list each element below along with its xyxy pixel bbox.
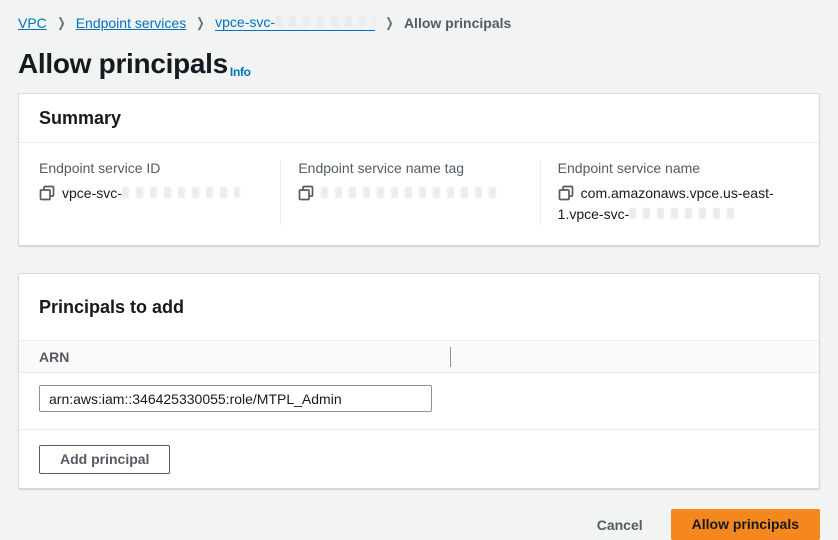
allow-principals-button[interactable]: Allow principals [671,509,820,540]
page-title: Allow principalsInfo [18,48,820,80]
field-label: Endpoint service name tag [298,160,523,176]
value-text: vpce-svc- [62,185,122,201]
copy-icon[interactable] [298,185,314,201]
breadcrumb-link-service-id[interactable]: vpce-svc- [215,14,375,31]
allow-principals-page: VPC ❯ Endpoint services ❯ vpce-svc- ❯ Al… [0,0,838,540]
principals-card-actions: Add principal [19,430,819,488]
breadcrumb-link-vpc[interactable]: VPC [18,15,47,31]
field-label: Endpoint service ID [39,160,264,176]
summary-card-title: Summary [19,94,819,143]
principals-card-title: Principals to add [19,274,819,341]
cancel-button[interactable]: Cancel [595,513,645,537]
field-value: com.amazonaws.vpce.us-east-1.vpce-svc- [558,183,783,225]
service-id-prefix: vpce-svc- [215,14,275,30]
chevron-right-icon: ❯ [197,15,205,31]
chevron-right-icon: ❯ [57,15,65,31]
field-label: Endpoint service name [558,160,783,176]
arn-input[interactable] [39,385,432,412]
field-value: vpce-svc- [39,183,264,204]
breadcrumb-current: Allow principals [404,15,511,31]
chevron-right-icon: ❯ [385,15,393,31]
copy-icon[interactable] [558,185,574,201]
redacted-text [321,187,499,198]
breadcrumb-link-endpoint-services[interactable]: Endpoint services [76,15,187,31]
field-value [298,183,523,204]
summary-card: Summary Endpoint service ID vpce-svc- En… [18,93,820,246]
arn-column-header: ARN [39,349,69,365]
column-resize-handle[interactable] [450,347,451,367]
field-endpoint-service-id: Endpoint service ID vpce-svc- [39,160,280,225]
summary-fields: Endpoint service ID vpce-svc- Endpoint s… [19,143,819,245]
field-endpoint-service-name-tag: Endpoint service name tag [280,160,539,225]
info-link[interactable]: Info [230,65,251,79]
breadcrumb: VPC ❯ Endpoint services ❯ vpce-svc- ❯ Al… [18,14,820,31]
copy-icon[interactable] [39,185,55,201]
principal-row [19,373,819,430]
principals-table-header: ARN [19,341,819,373]
redacted-text [629,208,741,219]
page-title-text: Allow principals [18,48,228,79]
footer-actions: Cancel Allow principals [18,509,820,540]
redacted-text [122,187,240,198]
redacted-text [275,16,375,27]
principals-card: Principals to add ARN Add principal [18,273,820,489]
field-endpoint-service-name: Endpoint service name com.amazonaws.vpce… [540,160,799,225]
add-principal-button[interactable]: Add principal [39,445,170,474]
